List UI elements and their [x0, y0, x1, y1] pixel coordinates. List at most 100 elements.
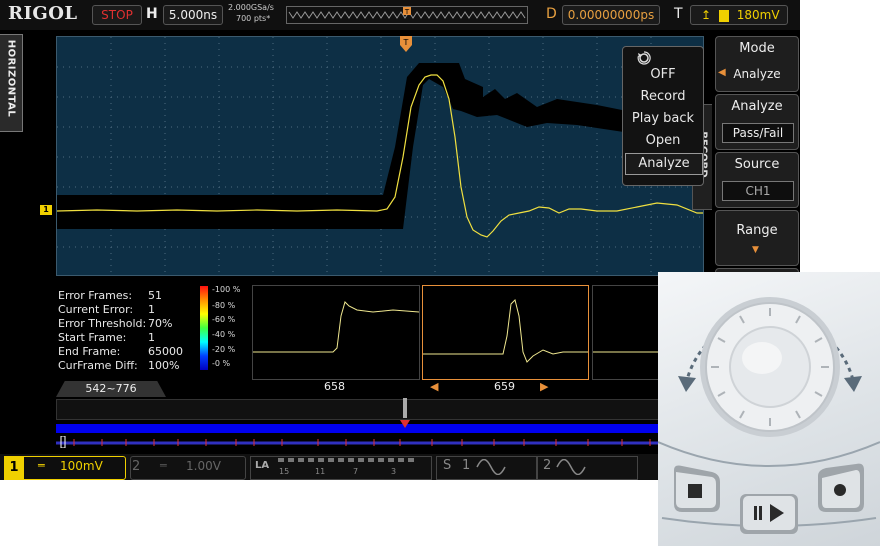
timebase-value[interactable]: 5.000ns: [163, 5, 223, 25]
stat-label: Error Threshold:: [58, 317, 147, 330]
multifunction-knob-icon: [637, 51, 651, 65]
multifunction-knob[interactable]: [700, 297, 840, 437]
ch2-number: 2: [132, 459, 141, 474]
stat-value: 51: [148, 289, 162, 302]
range-softkey-title: Range: [736, 223, 778, 238]
decode-bus2-number: 2: [543, 458, 552, 473]
frame-scrollbar[interactable]: [56, 399, 662, 420]
arrow-right-icon[interactable]: ▶: [540, 380, 548, 393]
analyze-softkey-title: Analyze: [731, 99, 783, 114]
frame-range: 542~776: [56, 381, 166, 397]
mode-softkey-title: Mode: [739, 41, 775, 56]
horizontal-tab-label: HORIZONTAL: [5, 39, 17, 118]
stat-label: Start Frame:: [58, 331, 127, 344]
sine-wave-icon: [476, 459, 506, 475]
trigger-position-marker[interactable]: T: [400, 36, 412, 52]
ch1-offset-marker[interactable]: 1: [40, 205, 52, 215]
analyze-softkey[interactable]: Analyze Pass/Fail: [715, 94, 799, 150]
trigger-label: T: [674, 6, 683, 22]
frame-index-bar: [56, 424, 660, 433]
waveform-display: [57, 37, 703, 275]
svg-text:T: T: [404, 8, 410, 16]
frame-thumbnail-wave: [593, 351, 663, 353]
source-softkey[interactable]: Source CH1: [715, 152, 799, 208]
trigger-edge-icon: ↥: [701, 8, 712, 22]
error-frame-timeline[interactable]: [56, 433, 660, 449]
horizontal-tab[interactable]: HORIZONTAL: [0, 34, 23, 132]
la-channel-number: 3: [391, 467, 397, 476]
scale-label: -60 %: [212, 315, 236, 324]
trigger-source-icon: [718, 9, 729, 22]
la-label: LA: [255, 460, 270, 471]
ch1-number: 1: [4, 456, 24, 480]
delay-value[interactable]: 0.00000000ps: [562, 5, 660, 25]
chevron-down-icon: ▼: [752, 245, 759, 255]
softkey-arrow-icon: ◀: [718, 67, 726, 78]
stop-icon: [688, 484, 702, 498]
mode-option-playback[interactable]: Play back: [625, 109, 701, 129]
sine-wave-icon: [556, 459, 586, 475]
mode-option-analyze[interactable]: Analyze: [625, 153, 703, 175]
frame-thumbnail-wave: [423, 299, 588, 363]
la-channel-number: 15: [279, 467, 290, 476]
range-softkey[interactable]: Range ▼: [715, 210, 799, 266]
stop-button[interactable]: [674, 465, 720, 513]
dc-coupling-icon: ═: [160, 459, 167, 472]
horizontal-label: H: [146, 6, 158, 22]
stat-label: End Frame:: [58, 345, 121, 358]
frame-thumbnail-wave: [253, 301, 420, 353]
scale-label: -0 %: [212, 359, 231, 368]
la-channel-indicators: [278, 458, 414, 462]
source-softkey-title: Source: [734, 157, 780, 172]
run-pause-button[interactable]: [740, 494, 798, 534]
stat-value: 1: [148, 331, 155, 344]
mode-option-record[interactable]: Record: [625, 87, 701, 107]
stat-value: 100%: [148, 359, 180, 372]
frame-scroll-handle[interactable]: [403, 398, 407, 418]
run-stop-status[interactable]: STOP: [92, 5, 142, 25]
memory-overview-bar: T: [286, 6, 528, 24]
frame-thumbnail-prev[interactable]: [252, 285, 420, 380]
front-panel-photo: [658, 272, 880, 546]
delay-label: D: [546, 6, 557, 22]
scale-label: -100 %: [212, 285, 241, 294]
arrow-left-icon[interactable]: ◀: [430, 380, 438, 393]
dc-coupling-icon: ═: [38, 459, 45, 472]
scale-label: -80 %: [212, 301, 236, 310]
trigger-position-icon: T: [403, 7, 411, 16]
brand-logo: RIGOL: [8, 3, 78, 24]
stat-label: Current Error:: [58, 303, 134, 316]
decode-bus2-status[interactable]: [536, 456, 638, 480]
decode-bus1-number: 1: [462, 458, 471, 473]
current-frame-marker: [400, 420, 410, 428]
trigger-level[interactable]: ↥ 180mV: [690, 5, 788, 25]
stat-value: 70%: [148, 317, 173, 330]
decode-label: S: [443, 458, 452, 473]
trigger-level-value: 180mV: [736, 8, 780, 22]
scale-label: -40 %: [212, 330, 236, 339]
single-button[interactable]: [818, 463, 864, 512]
frame-number-current: 659: [494, 380, 515, 393]
sample-rate: 2.000GSa/s: [228, 3, 274, 12]
mode-option-off[interactable]: OFF: [625, 65, 701, 85]
frame-thumbnail-current[interactable]: [422, 285, 589, 380]
analyze-softkey-value: Pass/Fail: [722, 123, 794, 143]
source-softkey-value: CH1: [722, 181, 794, 201]
pass-fail-mask: [57, 63, 703, 229]
error-frame-ticks: [56, 435, 660, 449]
stat-label: CurFrame Diff:: [58, 359, 138, 372]
stat-label: Error Frames:: [58, 289, 133, 302]
stat-value: 65000: [148, 345, 183, 358]
record-dot-icon: [834, 484, 846, 496]
memory-overview-wave: T: [288, 7, 526, 19]
svg-text:T: T: [403, 38, 409, 47]
stat-value: 1: [148, 303, 155, 316]
frame-thumbnail-next[interactable]: [592, 285, 664, 380]
frame-number-prev: 658: [324, 380, 345, 393]
mode-softkey[interactable]: Mode Analyze ◀: [715, 36, 799, 92]
mode-option-open[interactable]: Open: [625, 131, 701, 151]
ch2-scale: 1.00V: [186, 459, 221, 473]
mode-softkey-value: Analyze: [733, 67, 781, 81]
difference-color-scale: [200, 286, 208, 370]
scale-label: -20 %: [212, 345, 236, 354]
